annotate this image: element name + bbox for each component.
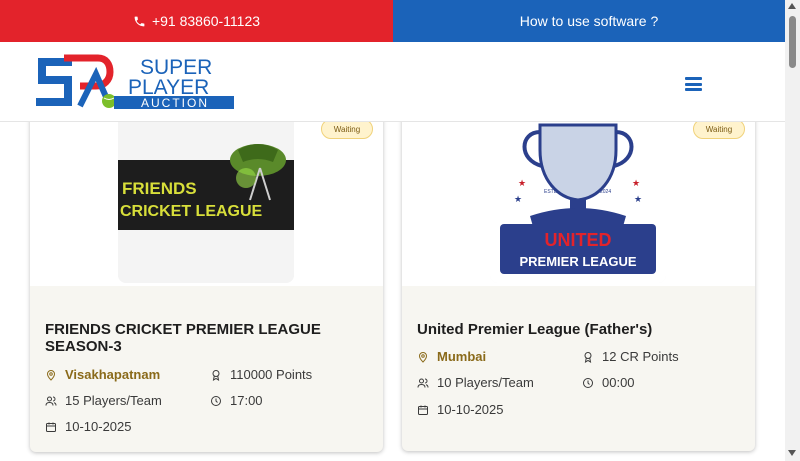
- how-to-use-link[interactable]: How to use software ?: [393, 0, 785, 42]
- phone-icon: [133, 15, 146, 28]
- top-bar: +91 83860-11123 How to use software ?: [0, 0, 785, 42]
- calendar-icon: [417, 404, 429, 416]
- scroll-down-arrow-icon[interactable]: [788, 450, 796, 456]
- logo-estd: ESTD: [544, 189, 558, 195]
- clock-icon: [582, 377, 594, 389]
- budget-info: 110000 Points: [210, 367, 312, 382]
- clock-icon: [210, 395, 222, 407]
- date-info: 10-10-2025: [417, 402, 504, 417]
- time-info: 00:00: [582, 375, 635, 390]
- scrollbar-thumb[interactable]: [789, 16, 796, 68]
- players-info: 15 Players/Team: [45, 393, 162, 408]
- tournament-card[interactable]: Waiting ESTD 2024 ★ ★ ★ ★ UNITED PREMIER…: [402, 100, 755, 451]
- budget-points: 12 CR Points: [602, 349, 679, 364]
- city-name: Mumbai: [437, 349, 487, 364]
- menu-toggle-icon[interactable]: [685, 77, 702, 91]
- tournament-logo: ESTD 2024 ★ ★ ★ ★ UNITED PREMIER LEAGUE: [490, 120, 666, 283]
- logo-name-line1: FRIENDS: [122, 179, 197, 198]
- date-info: 10-10-2025: [45, 419, 132, 434]
- site-header: SUPER PLAYER AUCTION: [0, 42, 785, 122]
- tournament-card[interactable]: Waiting FRIENDS CRICKET LEAGUE FRIENDS C…: [30, 100, 383, 452]
- auction-time: 17:00: [230, 393, 263, 408]
- location-pin-icon: [45, 369, 57, 381]
- tournament-title[interactable]: FRIENDS CRICKET PREMIER LEAGUE SEASON-3: [45, 321, 365, 355]
- card-image-area: Waiting ESTD 2024 ★ ★ ★ ★ UNITED PREMIER…: [402, 100, 755, 286]
- status-badge: Waiting: [693, 119, 745, 139]
- auction-time: 00:00: [602, 375, 635, 390]
- logo-name-line2: CRICKET LEAGUE: [120, 203, 263, 220]
- users-icon: [417, 377, 429, 389]
- svg-text:★: ★: [632, 178, 640, 188]
- budget-info: 12 CR Points: [582, 349, 679, 364]
- logo-year: 2024: [600, 189, 611, 195]
- super-player-auction-logo[interactable]: SUPER PLAYER AUCTION: [34, 54, 234, 110]
- tournament-title[interactable]: United Premier League (Father's): [417, 321, 737, 338]
- award-icon: [210, 369, 222, 381]
- award-icon: [582, 351, 594, 363]
- time-info: 17:00: [210, 393, 263, 408]
- auction-date: 10-10-2025: [437, 402, 504, 417]
- logo-name-line1: UNITED: [545, 230, 612, 250]
- svg-text:★: ★: [518, 178, 526, 188]
- svg-text:★: ★: [514, 194, 522, 204]
- phone-link[interactable]: +91 83860-11123: [0, 0, 393, 42]
- users-icon: [45, 395, 57, 407]
- phone-number: +91 83860-11123: [151, 13, 261, 29]
- status-badge: Waiting: [321, 119, 373, 139]
- page-scrollbar[interactable]: [785, 0, 800, 461]
- players-per-team: 10 Players/Team: [437, 375, 534, 390]
- city-name: Visakhapatnam: [65, 367, 161, 382]
- logo-name-line2: PREMIER LEAGUE: [519, 254, 636, 269]
- city-info: Mumbai: [417, 349, 486, 364]
- location-pin-icon: [417, 351, 429, 363]
- budget-points: 110000 Points: [230, 367, 313, 382]
- players-info: 10 Players/Team: [417, 375, 534, 390]
- tournament-logo: FRIENDS CRICKET LEAGUE: [118, 120, 294, 283]
- scroll-up-arrow-icon[interactable]: [788, 3, 796, 9]
- auction-date: 10-10-2025: [65, 419, 132, 434]
- svg-text:★: ★: [634, 194, 642, 204]
- card-image-area: Waiting FRIENDS CRICKET LEAGUE: [30, 100, 383, 286]
- calendar-icon: [45, 421, 57, 433]
- logo-text-auction: AUCTION: [141, 96, 209, 110]
- city-info: Visakhapatnam: [45, 367, 160, 382]
- players-per-team: 15 Players/Team: [65, 393, 162, 408]
